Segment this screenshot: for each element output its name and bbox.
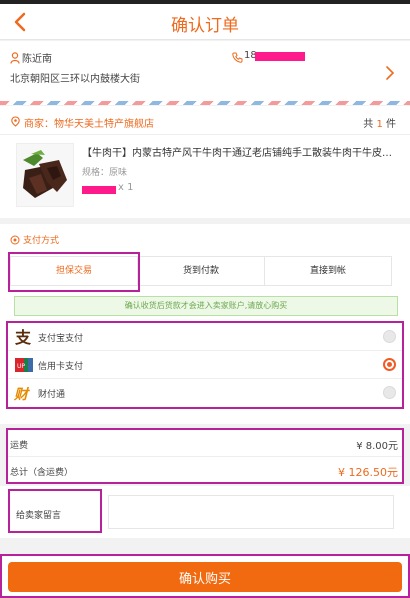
item-count: 共 1 件 — [363, 115, 396, 130]
chevron-right-icon[interactable] — [384, 65, 396, 81]
airmail-border — [0, 101, 410, 105]
shipping-row: 运费 ¥ 8.00元 — [8, 430, 402, 456]
address-section[interactable]: 陈近南 18 北京朝阳区三环以内鼓楼大街 — [0, 41, 410, 101]
shipping-label: 运费 — [10, 441, 29, 451]
shipping-value: ¥ 8.00元 — [356, 441, 398, 452]
header: 确认订单 — [0, 4, 410, 40]
method-tenpay[interactable]: 财 财付通 — [8, 379, 402, 407]
beef-jerky-image — [17, 144, 73, 206]
svg-text:财: 财 — [14, 386, 30, 402]
method-alipay[interactable]: 支 支付宝支付 — [8, 323, 402, 351]
phone-icon — [232, 52, 243, 63]
bottom-bar: 确认购买 — [0, 554, 410, 598]
confirm-purchase-button[interactable]: 确认购买 — [8, 562, 402, 592]
radio-button-selected[interactable] — [383, 358, 396, 371]
shop-section: 商家：物华天美土特产旗舰店 共 1 件 【牛肉干】内蒙古特产风干牛肉干通辽老店铺… — [0, 106, 410, 218]
location-pin-icon — [11, 116, 20, 127]
method-label: 信用卡支付 — [38, 362, 84, 372]
item-count-suffix: 件 — [386, 119, 396, 130]
product-quantity: x 1 — [118, 182, 134, 193]
tab-cash-on-delivery[interactable]: 货到付款 — [138, 257, 265, 285]
radio-button[interactable] — [383, 330, 396, 343]
payment-notice: 确认收货后货款才会进入卖家账户,请放心购买 — [14, 296, 398, 316]
item-count-prefix: 共 — [363, 119, 374, 130]
total-row: 总计（含运费） ¥ 126.50元 — [8, 456, 402, 482]
product-title[interactable]: 【牛肉干】内蒙古特产风干牛肉干通辽老店铺纯手工散装牛肉干牛皮纸... — [82, 144, 398, 159]
divider — [0, 134, 410, 135]
radio-button[interactable] — [383, 386, 396, 399]
redaction-mark — [82, 186, 116, 194]
shop-name: 商家：物华天美土特产旗舰店 — [24, 119, 154, 130]
credit-card-icon: UP — [15, 358, 33, 372]
method-label: 财付通 — [38, 390, 66, 400]
total-label: 总计（含运费） — [10, 468, 74, 478]
payment-circle-icon — [10, 235, 20, 245]
person-icon — [10, 52, 20, 64]
message-label: 给卖家留言 — [8, 489, 102, 533]
highlight-box — [8, 252, 140, 292]
alipay-icon: 支 — [14, 328, 32, 346]
tenpay-icon: 财 — [14, 386, 30, 402]
recipient-name: 陈近南 — [22, 54, 52, 65]
payment-section: 支付方式 担保交易 货到付款 直接到帐 确认收货后货款才会进入卖家账户,请放心购… — [0, 224, 410, 424]
message-section: 给卖家留言 — [0, 486, 410, 538]
method-credit-card[interactable]: UP 信用卡支付 — [8, 351, 402, 379]
payment-title: 支付方式 — [23, 236, 60, 246]
totals-section: 运费 ¥ 8.00元 总计（含运费） ¥ 126.50元 — [6, 428, 404, 484]
svg-text:UP: UP — [17, 363, 25, 370]
svg-text:支: 支 — [14, 328, 32, 346]
product-image[interactable] — [16, 143, 74, 207]
total-value: ¥ 126.50元 — [338, 466, 398, 479]
item-count-number: 1 — [376, 119, 383, 130]
recipient-address: 北京朝阳区三环以内鼓楼大街 — [10, 74, 140, 85]
payment-methods: 支 支付宝支付 UP 信用卡支付 财 财付通 — [6, 321, 404, 409]
redaction-mark — [255, 52, 305, 61]
message-input[interactable] — [108, 495, 394, 529]
method-label: 支付宝支付 — [38, 334, 84, 344]
page-title: 确认订单 — [171, 16, 239, 36]
product-spec: 规格：原味 — [82, 168, 128, 178]
tab-direct-transfer[interactable]: 直接到帐 — [265, 257, 391, 285]
